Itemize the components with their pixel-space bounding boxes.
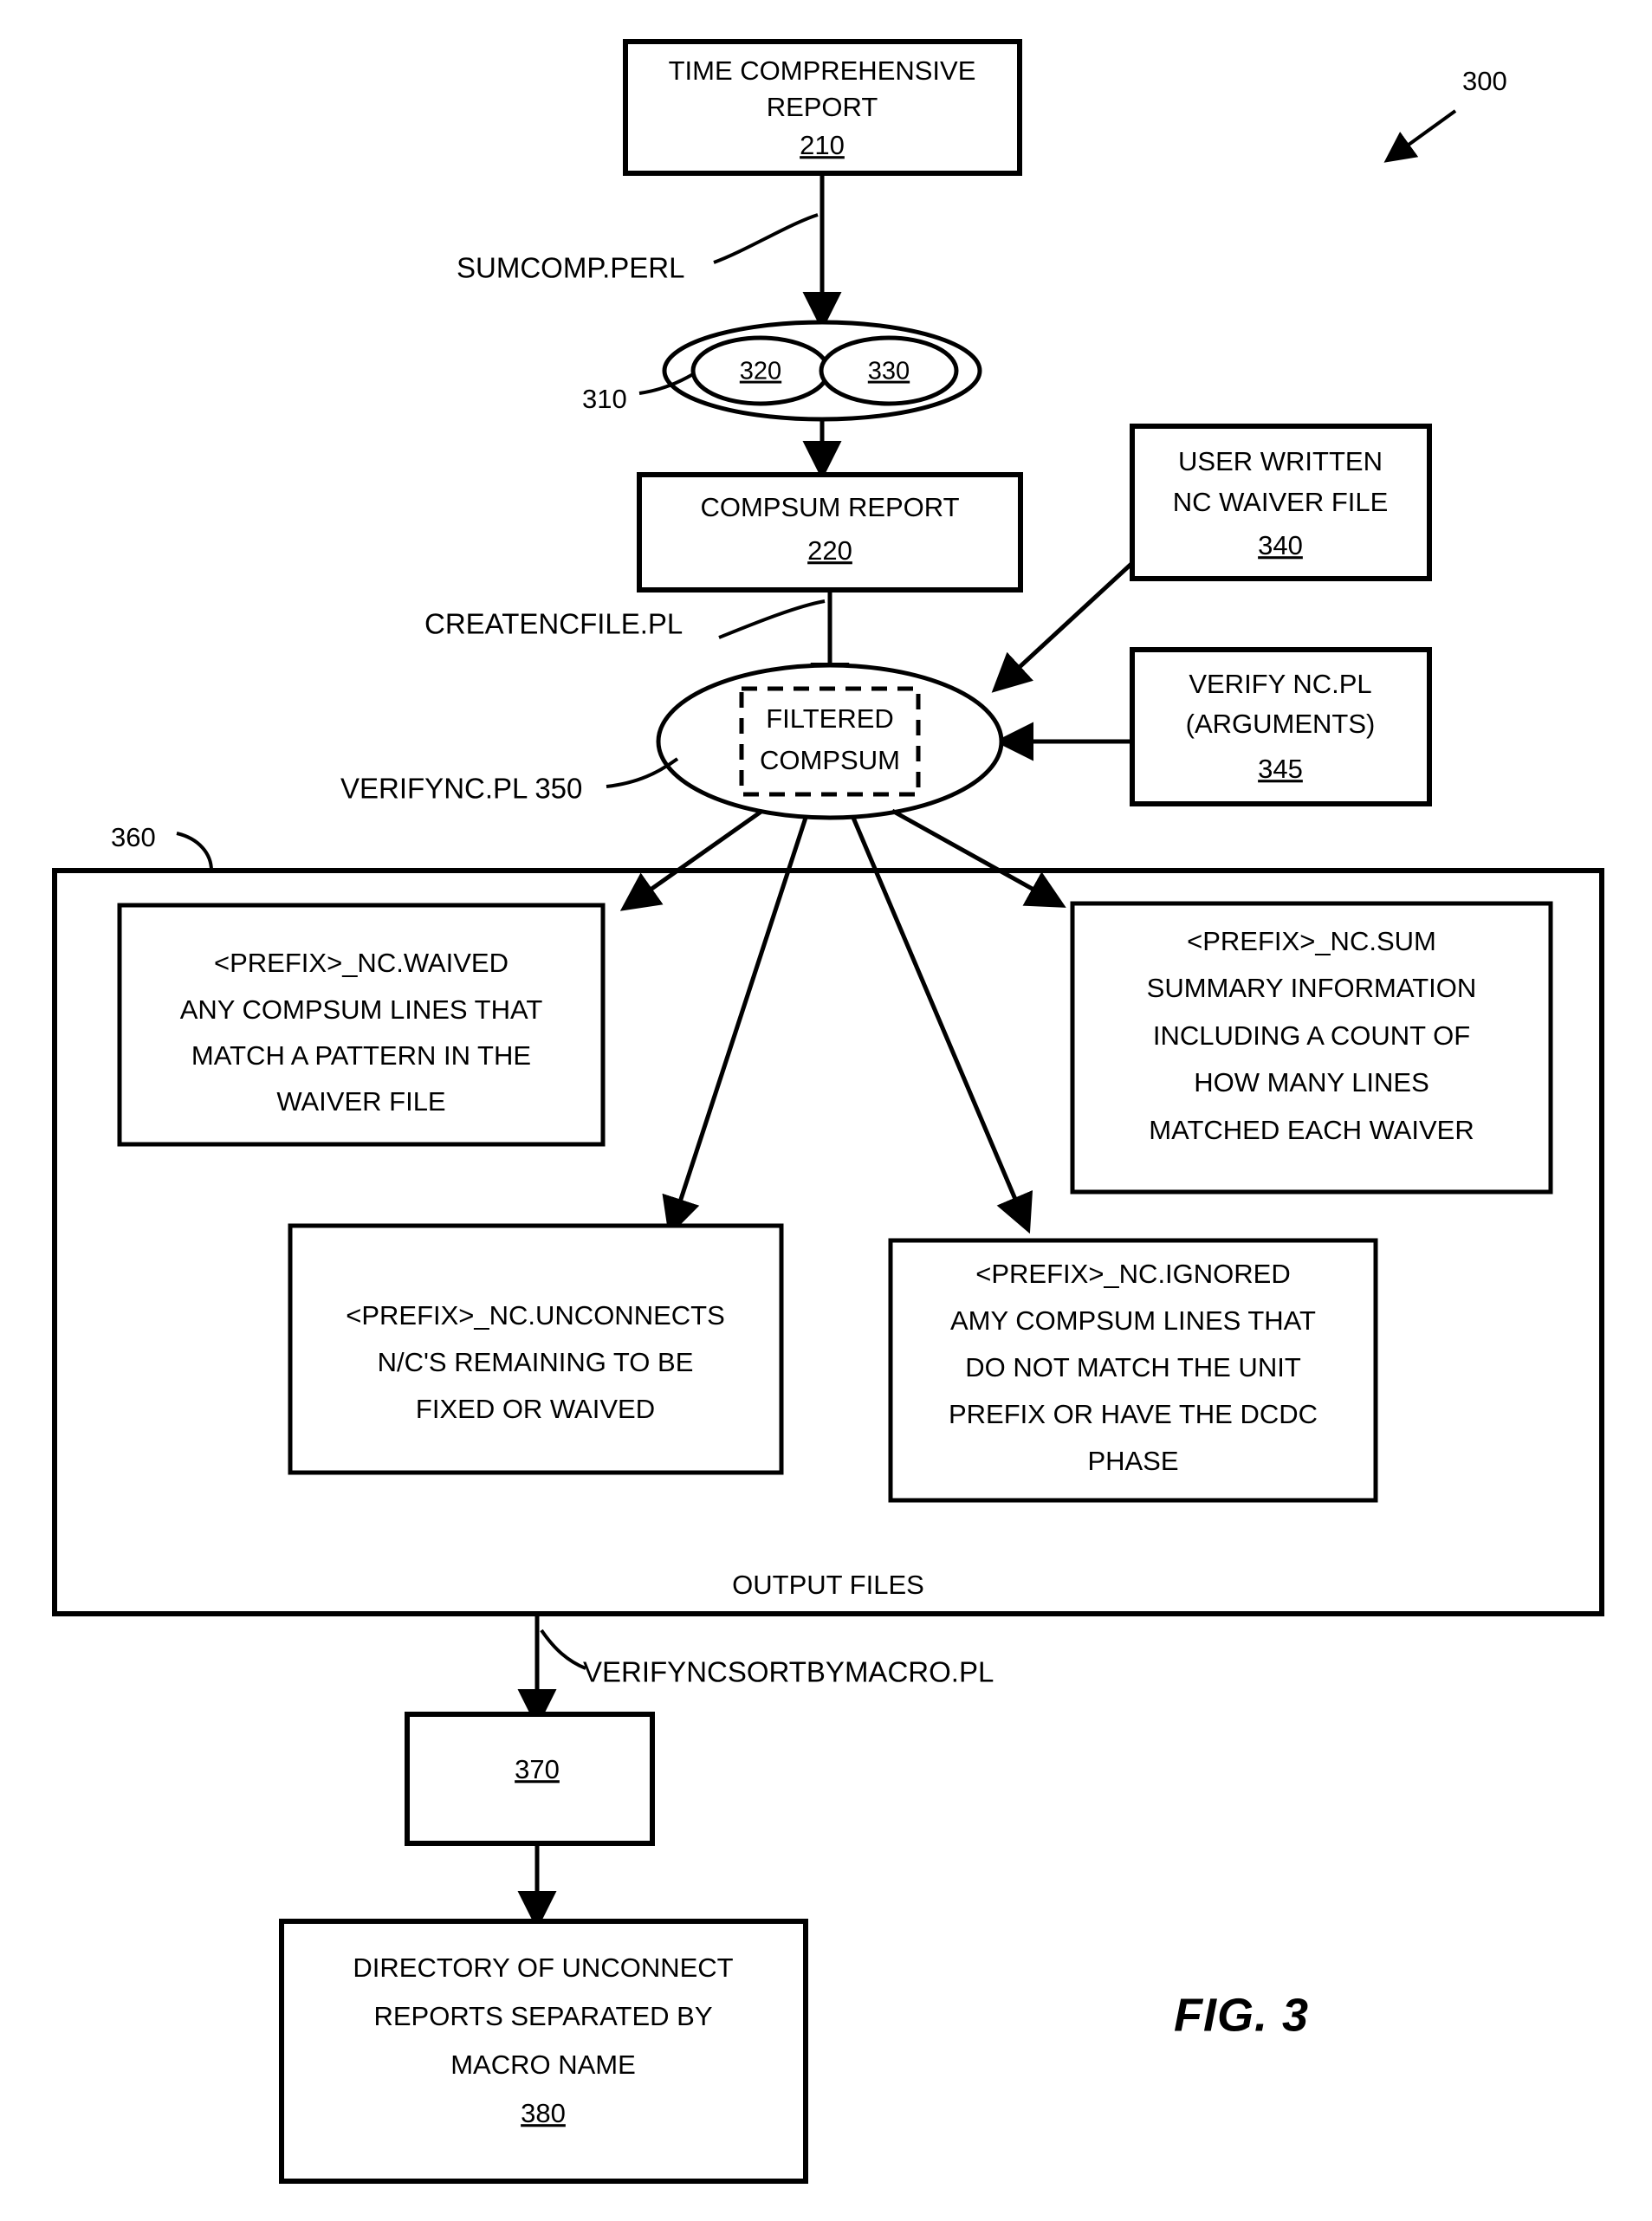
compsum-report-ref: 220	[807, 535, 852, 566]
directory-line1: DIRECTORY OF UNCONNECT	[353, 1952, 733, 1983]
nc-ignored-line5: PHASE	[1087, 1446, 1178, 1476]
node-compsum-report: COMPSUM REPORT 220	[637, 472, 1023, 592]
verifyncsortbymacro-leader	[540, 1629, 586, 1670]
verify-nc-pl-line2: (ARGUMENTS)	[1186, 709, 1376, 739]
output-files-caption: OUTPUT FILES	[732, 1570, 924, 1600]
node-dual-ellipse-310: 320 330 310	[582, 320, 982, 422]
node-verify-nc-pl-arguments: VERIFY NC.PL (ARGUMENTS) 345	[1130, 647, 1432, 806]
filtered-compsum-line1: FILTERED	[766, 703, 894, 734]
directory-ref: 380	[521, 2098, 566, 2128]
verify-nc-pl-ref: 345	[1258, 754, 1303, 784]
verifyncsortbymacro-label: VERIFYNCSORTBYMACRO.PL	[583, 1656, 994, 1688]
node-filtered-compsum: FILTERED COMPSUM	[656, 663, 1004, 820]
edge-label-verifync: VERIFYNC.PL 350	[340, 757, 679, 805]
nc-unconnects-line3: FIXED OR WAIVED	[416, 1394, 655, 1424]
nc-unconnects-line2: N/C'S REMAINING TO BE	[378, 1347, 694, 1377]
nc-waived-line1: <PREFIX>_NC.WAIVED	[214, 948, 509, 978]
time-comprehensive-report-line1: TIME COMPREHENSIVE	[669, 55, 976, 86]
output-files-leader	[176, 832, 213, 871]
edge-label-sumcomp: SUMCOMP.PERL	[457, 213, 819, 284]
compsum-report-line1: COMPSUM REPORT	[700, 492, 959, 522]
patent-figure-3: 300 TIME COMPREHENSIVE REPORT 210 SUMCOM…	[0, 0, 1652, 2221]
node-nc-unconnects: <PREFIX>_NC.UNCONNECTS N/C'S REMAINING T…	[288, 1223, 784, 1475]
inner-ellipse-330-ref: 330	[868, 358, 910, 385]
node-nc-sum: <PREFIX>_NC.SUM SUMMARY INFORMATION INCL…	[1070, 901, 1553, 1195]
overall-ref-label: 300	[1462, 66, 1507, 96]
figure-label: FIG. 3	[1174, 1989, 1309, 2041]
nc-ignored-line2: AMY COMPSUM LINES THAT	[950, 1305, 1316, 1336]
node-nc-ignored: <PREFIX>_NC.IGNORED AMY COMPSUM LINES TH…	[888, 1238, 1378, 1503]
time-comprehensive-report-ref: 210	[800, 130, 845, 160]
edge-label-createncfile: CREATENCFILE.PL	[424, 599, 826, 640]
overall-ref-arrow	[1383, 109, 1457, 163]
nc-sum-line5: MATCHED EACH WAIVER	[1149, 1115, 1474, 1145]
node-370-ref: 370	[515, 1754, 560, 1784]
edge-label-verifyncsortbymacro: VERIFYNCSORTBYMACRO.PL	[540, 1629, 994, 1688]
directory-line2: REPORTS SEPARATED BY	[373, 2001, 712, 2031]
output-files-ref: 360	[111, 822, 156, 852]
directory-line3: MACRO NAME	[450, 2049, 636, 2080]
node-user-written-nc-waiver-file: USER WRITTEN NC WAIVER FILE 340	[1130, 424, 1432, 581]
ellipse-310-ref: 310	[582, 384, 627, 414]
flowchart-diagram: 300 TIME COMPREHENSIVE REPORT 210 SUMCOM…	[52, 39, 1604, 2184]
nc-ignored-line3: DO NOT MATCH THE UNIT	[965, 1352, 1301, 1382]
node-time-comprehensive-report: TIME COMPREHENSIVE REPORT 210	[623, 39, 1022, 176]
createncfile-label: CREATENCFILE.PL	[424, 608, 683, 640]
nc-sum-line3: INCLUDING A COUNT OF	[1153, 1020, 1470, 1051]
node-directory-of-unconnect-reports: DIRECTORY OF UNCONNECT REPORTS SEPARATED…	[279, 1919, 808, 2184]
sumcomp-label: SUMCOMP.PERL	[457, 252, 684, 284]
inner-ellipse-320-ref: 320	[740, 358, 781, 385]
time-comprehensive-report-line2: REPORT	[767, 92, 878, 122]
node-370: 370	[405, 1712, 655, 1846]
overall-ref-300: 300	[1383, 66, 1507, 163]
verifync-label: VERIFYNC.PL 350	[340, 773, 582, 805]
user-written-waiver-line1: USER WRITTEN	[1178, 446, 1383, 476]
nc-ignored-line1: <PREFIX>_NC.IGNORED	[975, 1259, 1290, 1289]
nc-sum-line4: HOW MANY LINES	[1194, 1067, 1429, 1098]
nc-waived-line3: MATCH A PATTERN IN THE	[191, 1040, 531, 1071]
nc-sum-line1: <PREFIX>_NC.SUM	[1187, 926, 1436, 956]
verify-nc-pl-line1: VERIFY NC.PL	[1189, 669, 1371, 699]
sumcomp-leader	[713, 213, 819, 264]
nc-waived-line2: ANY COMPSUM LINES THAT	[180, 994, 543, 1025]
nc-waived-line4: WAIVER FILE	[276, 1086, 445, 1117]
node-nc-waived: <PREFIX>_NC.WAIVED ANY COMPSUM LINES THA…	[117, 903, 606, 1147]
user-written-waiver-ref: 340	[1258, 530, 1303, 560]
createncfile-leader	[718, 599, 826, 639]
nc-sum-line2: SUMMARY INFORMATION	[1147, 973, 1477, 1003]
user-written-waiver-line2: NC WAIVER FILE	[1173, 487, 1389, 517]
nc-ignored-line4: PREFIX OR HAVE THE DCDC	[949, 1399, 1318, 1429]
filtered-compsum-line2: COMPSUM	[760, 745, 900, 775]
nc-unconnects-line1: <PREFIX>_NC.UNCONNECTS	[346, 1300, 725, 1331]
